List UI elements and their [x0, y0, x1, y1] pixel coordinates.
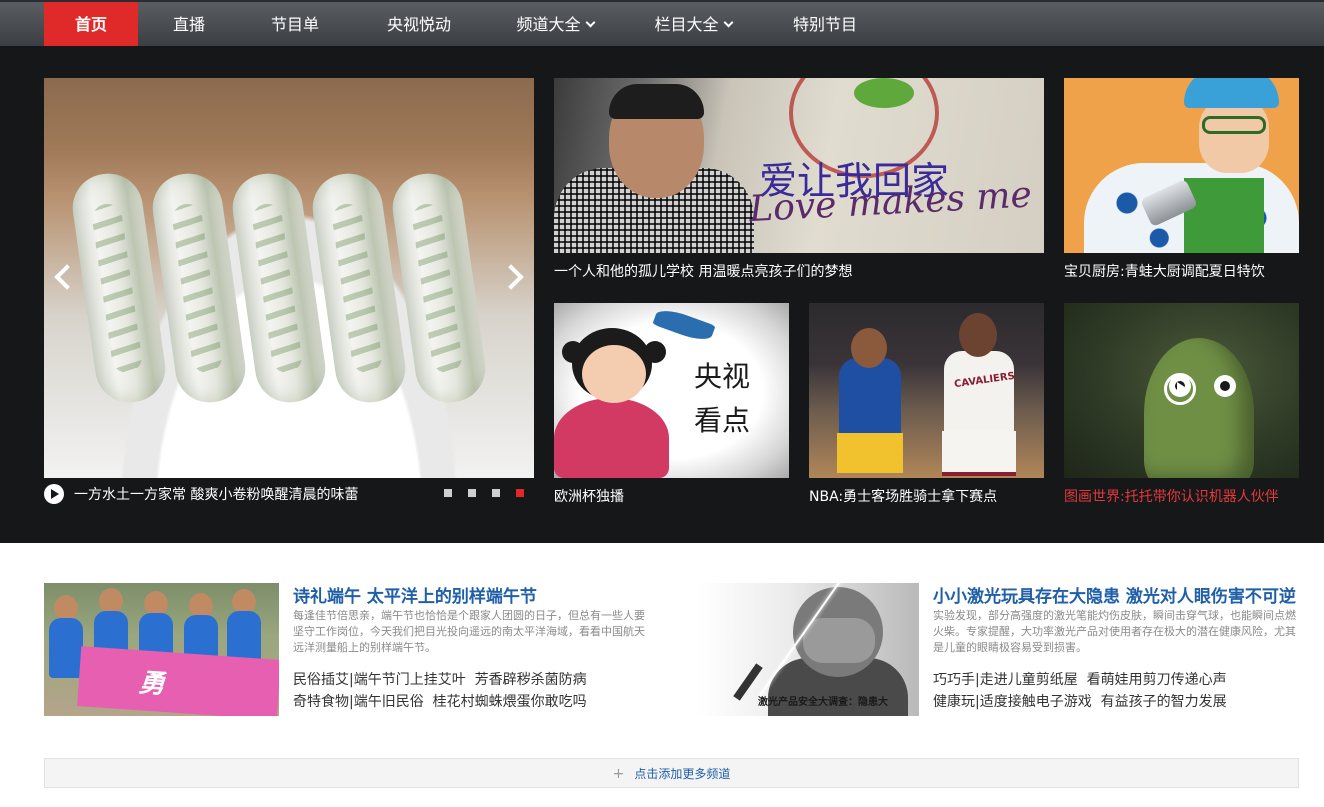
nav-schedule-label: 节目单	[270, 15, 319, 34]
banner-text: 勇	[137, 668, 166, 700]
slider-next-arrow-icon[interactable]	[498, 264, 524, 290]
plus-icon: +	[612, 766, 625, 782]
news-links-row: 民俗插艾|端午节门上挂艾叶 芳香辟秽杀菌防病	[293, 672, 587, 688]
play-icon[interactable]	[1164, 373, 1196, 405]
news-links-1: 民俗插艾|端午节门上挂艾叶 芳香辟秽杀菌防病 奇特食物|端午旧民俗 桂花村蜘蛛煨…	[293, 669, 587, 713]
chevron-down-icon	[585, 17, 595, 28]
tile-picture-world-image[interactable]	[1064, 303, 1299, 478]
nav-cctv-sports-label: 央视悦动	[386, 15, 451, 34]
nav-special-label: 特别节目	[792, 15, 857, 34]
art-text-line2: 看点	[694, 404, 751, 437]
leaf-drawing	[854, 78, 914, 108]
tile-nba-image[interactable]: CAVALIERS	[809, 303, 1044, 478]
nav-cctv-sports[interactable]: 央视悦动	[372, 2, 466, 48]
tile-euro-cup-caption[interactable]: 欧洲杯独播	[554, 486, 789, 506]
slider-image[interactable]	[44, 78, 534, 478]
girl-hair-bun	[562, 341, 584, 363]
news-laser-image[interactable]: 激光产品安全大调查：隐患大	[698, 583, 919, 716]
rower	[49, 618, 83, 678]
play-icon[interactable]	[44, 484, 64, 504]
news-link[interactable]: 适度接触电子游戏	[980, 694, 1092, 710]
girl-body	[554, 398, 669, 478]
tile-orphan-school-image[interactable]: 爱让我回家 Love makes me a home	[554, 78, 1044, 253]
plant-creature	[1144, 338, 1254, 478]
girl-hair-bun	[644, 341, 666, 363]
news-link[interactable]: 奇特食物	[293, 694, 349, 710]
featured-area: 一方水土一方家常 酸爽小卷粉唤醒清晨的味蕾 爱让我回家 Love makes m…	[0, 46, 1324, 543]
top-nav: 首页 直播 节目单 央视悦动 频道大全 栏目大全 特别节目	[0, 0, 1324, 48]
news-link[interactable]: 有益孩子的智力发展	[1101, 694, 1227, 710]
girl-face	[582, 345, 646, 403]
news-title-2[interactable]: 小小激光玩具存在大隐患 激光对人眼伤害不可逆	[933, 582, 1296, 607]
news-dragon-boat-image[interactable]: 勇	[44, 583, 279, 716]
nav-programs[interactable]: 栏目大全	[643, 2, 743, 48]
nav-special[interactable]: 特别节目	[780, 2, 870, 48]
child-hands	[803, 618, 875, 663]
news-link[interactable]: 端午旧民俗	[354, 694, 424, 710]
slider-dot-1[interactable]	[444, 489, 452, 497]
news-links-2: 巧巧手|走进儿童剪纸屋 看萌娃用剪刀传递心声 健康玩|适度接触电子游戏 有益孩子…	[933, 669, 1227, 713]
tile-nba-caption[interactable]: NBA:勇士客场胜骑士拿下赛点	[809, 486, 1044, 506]
news-link[interactable]: 走进儿童剪纸屋	[980, 672, 1078, 688]
nav-programs-label: 栏目大全	[654, 15, 719, 34]
chevron-down-icon	[723, 17, 733, 28]
player-head	[959, 313, 997, 357]
nav-home-label: 首页	[74, 15, 107, 34]
news-title-1[interactable]: 诗礼端午 太平洋上的别样端午节	[293, 582, 537, 607]
add-channel-button[interactable]: + 点击添加更多频道	[44, 758, 1299, 788]
tile-picture-world-caption[interactable]: 图画世界:托托带你认识机器人伙伴	[1064, 486, 1299, 506]
slider-prev-arrow-icon[interactable]	[54, 264, 80, 290]
chef-face	[1199, 98, 1269, 173]
chef-hat	[1184, 78, 1279, 108]
news-links-row: 巧巧手|走进儿童剪纸屋 看萌娃用剪刀传递心声	[933, 672, 1227, 688]
news-link[interactable]: 健康玩	[933, 694, 975, 710]
tile-euro-cup-image[interactable]: 央视 看点	[554, 303, 789, 478]
creature-eye	[1214, 375, 1236, 397]
image-caption-text: 激光产品安全大调查：隐患大	[758, 697, 888, 708]
tile-orphan-school-caption[interactable]: 一个人和他的孤儿学校 用温暖点亮孩子们的梦想	[554, 261, 1044, 281]
player-head	[851, 328, 887, 368]
art-text-line1: 央视	[694, 360, 751, 393]
slider-dot-3[interactable]	[492, 489, 500, 497]
news-link[interactable]: 桂花村蜘蛛煨蛋你敢吃吗	[433, 694, 587, 710]
player-shorts	[837, 433, 903, 473]
person-hair	[609, 84, 704, 119]
slider-dot-4[interactable]	[516, 489, 524, 497]
chef-glasses	[1202, 116, 1266, 134]
slider-dot-2[interactable]	[468, 489, 476, 497]
news-desc-1: 每逢佳节倍思亲，端午节也恰恰是个跟家人团圆的日子，但总有一些人要坚守工作岗位，今…	[293, 609, 645, 654]
news-links-row: 奇特食物|端午旧民俗 桂花村蜘蛛煨蛋你敢吃吗	[293, 694, 587, 710]
bird-drawing	[652, 305, 716, 345]
nav-home[interactable]: 首页	[44, 2, 138, 48]
player-cavaliers	[944, 351, 1014, 436]
news-link[interactable]: 看萌娃用剪刀传递心声	[1087, 672, 1227, 688]
nav-channels-label: 频道大全	[516, 15, 581, 34]
news-link[interactable]: 巧巧手	[933, 672, 975, 688]
news-links-row: 健康玩|适度接触电子游戏 有益孩子的智力发展	[933, 694, 1227, 710]
nav-schedule[interactable]: 节目单	[255, 2, 335, 48]
news-desc-2: 实验发现，部分高强度的激光笔能灼伤皮肤，瞬间击穿气球，也能瞬间点燃火柴。专家提醒…	[933, 609, 1296, 654]
add-channel-label: 点击添加更多频道	[634, 767, 731, 781]
tile-baby-kitchen-caption[interactable]: 宝贝厨房:青蛙大厨调配夏日特饮	[1064, 261, 1299, 281]
nav-channels[interactable]: 频道大全	[505, 2, 605, 48]
player-warriors	[839, 358, 901, 438]
news-link[interactable]: 民俗插艾	[293, 672, 349, 688]
news-link[interactable]: 芳香辟秽杀菌防病	[475, 672, 587, 688]
chef-apron	[1184, 178, 1264, 253]
slider-caption[interactable]: 一方水土一方家常 酸爽小卷粉唤醒清晨的味蕾	[74, 484, 434, 504]
news-link[interactable]: 端午节门上挂艾叶	[354, 672, 466, 688]
nav-live[interactable]: 直播	[156, 2, 222, 48]
tile-baby-kitchen-image[interactable]	[1064, 78, 1299, 253]
player-shorts	[942, 431, 1016, 476]
nav-live-label: 直播	[172, 15, 205, 34]
